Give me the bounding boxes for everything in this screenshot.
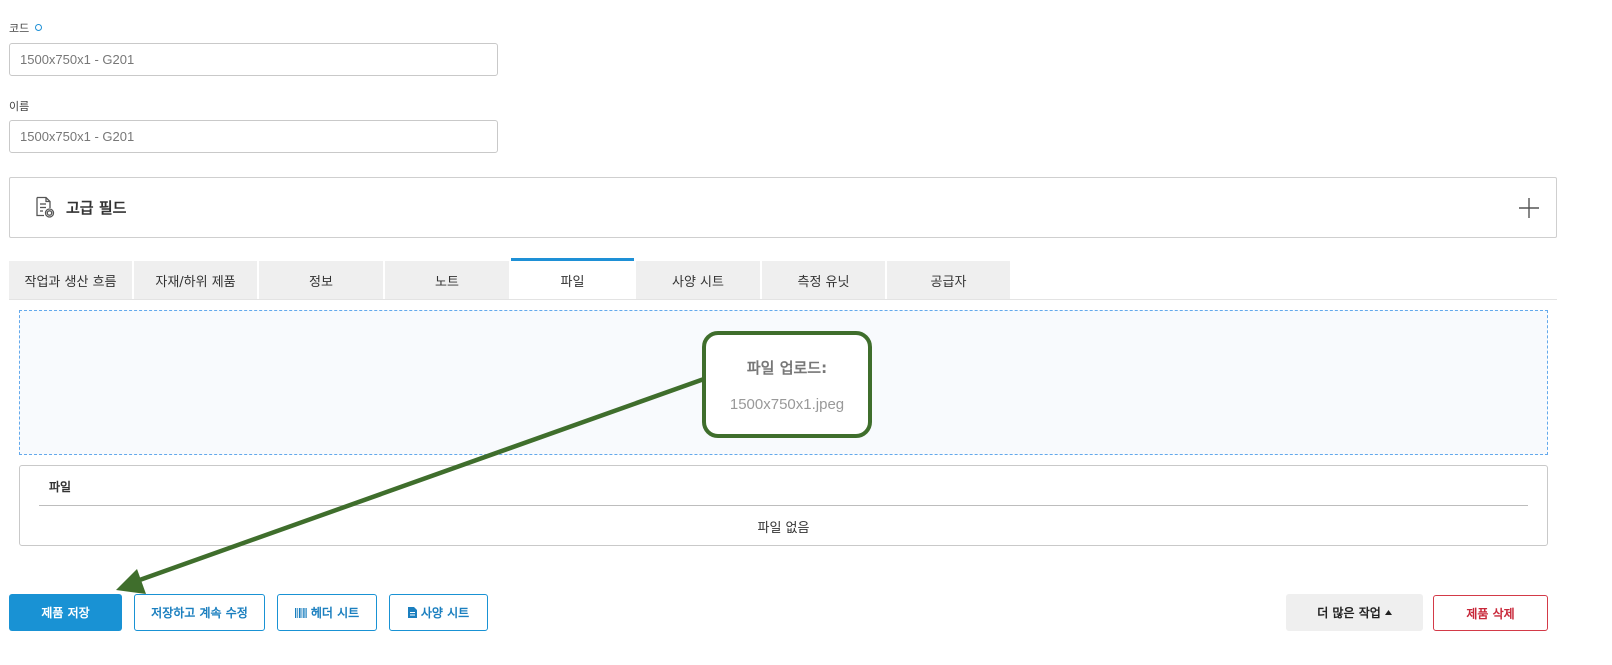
upload-title: 파일 업로드: xyxy=(746,358,828,377)
spec-sheet-button[interactable]: 사양 시트 xyxy=(389,594,488,631)
name-label: 이름 xyxy=(9,100,30,113)
header-sheet-label: 헤더 시트 xyxy=(310,606,360,620)
files-table-divider xyxy=(39,505,1528,506)
files-table: 파일 파일 없음 xyxy=(19,465,1548,546)
file-icon xyxy=(407,607,417,618)
files-empty-text: 파일 없음 xyxy=(757,521,810,536)
tab-info[interactable]: 정보 xyxy=(259,261,383,300)
upload-filename: 1500x750x1.jpeg xyxy=(729,395,845,413)
tab-spec-sheet[interactable]: 사양 시트 xyxy=(636,261,760,300)
save-continue-button[interactable]: 저장하고 계속 수정 xyxy=(134,594,265,631)
header-sheet-button[interactable]: 헤더 시트 xyxy=(277,594,377,631)
barcode-icon xyxy=(294,607,307,618)
document-settings-icon xyxy=(32,195,56,219)
upload-file-callout: 파일 업로드: 1500x750x1.jpeg xyxy=(702,331,872,438)
advanced-fields-title: 고급 필드 xyxy=(66,199,127,217)
advanced-fields-panel[interactable]: 고급 필드 xyxy=(9,177,1557,238)
tab-work-production-flow[interactable]: 작업과 생산 흐름 xyxy=(9,261,132,300)
required-indicator-icon xyxy=(35,24,43,31)
caret-up-icon xyxy=(1384,610,1392,615)
tab-files[interactable]: 파일 xyxy=(511,258,634,300)
code-input[interactable]: 1500x750x1 - G201 xyxy=(9,43,498,76)
tab-suppliers[interactable]: 공급자 xyxy=(887,261,1010,300)
more-actions-button[interactable]: 더 많은 작업 xyxy=(1286,594,1423,631)
save-product-button[interactable]: 제품 저장 xyxy=(9,594,122,631)
plus-icon[interactable] xyxy=(1518,197,1540,219)
more-actions-label: 더 많은 작업 xyxy=(1317,606,1381,620)
tab-divider xyxy=(9,299,1557,300)
name-input[interactable]: 1500x750x1 - G201 xyxy=(9,120,498,153)
tab-materials-subproducts[interactable]: 자재/하위 제품 xyxy=(134,261,257,300)
spec-sheet-label: 사양 시트 xyxy=(420,606,470,620)
tab-measure-units[interactable]: 측정 유닛 xyxy=(762,261,885,300)
files-table-header: 파일 xyxy=(49,480,72,494)
code-label: 코드 xyxy=(9,20,43,36)
tab-notes[interactable]: 노트 xyxy=(385,261,509,300)
delete-product-button[interactable]: 제품 삭제 xyxy=(1433,595,1548,631)
